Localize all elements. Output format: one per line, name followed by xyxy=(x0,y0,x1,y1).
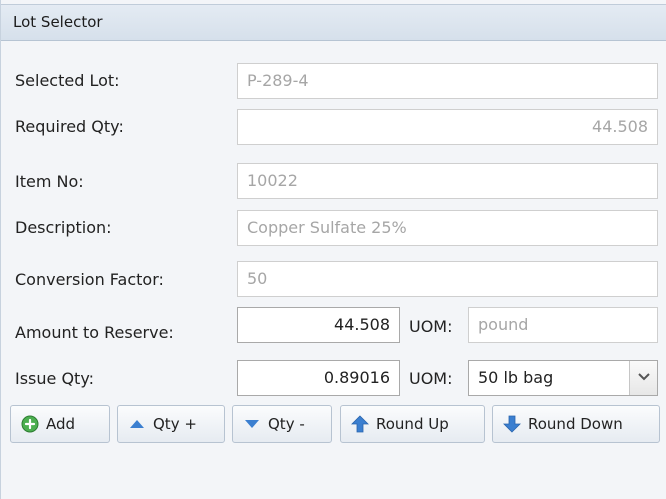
amount-to-reserve-input[interactable]: 44.508 xyxy=(237,307,400,343)
triangle-down-icon xyxy=(245,420,259,428)
lot-selector-panel: Lot Selector Selected Lot: P-289-4 Requi… xyxy=(0,0,666,499)
add-button[interactable]: Add xyxy=(10,405,110,443)
selected-lot-label: Selected Lot: xyxy=(15,71,120,90)
add-button-label: Add xyxy=(46,415,76,433)
uom-dropdown-trigger[interactable] xyxy=(629,361,657,395)
description-label: Description: xyxy=(15,218,112,237)
round-up-button-label: Round Up xyxy=(376,415,449,433)
issue-qty-label: Issue Qty: xyxy=(15,369,95,388)
conversion-factor-label: Conversion Factor: xyxy=(15,270,164,289)
issue-uom-label: UOM: xyxy=(409,369,453,388)
round-down-button[interactable]: Round Down xyxy=(492,405,660,443)
arrow-down-icon xyxy=(503,415,521,433)
qty-plus-button-label: Qty + xyxy=(153,415,197,433)
chevron-down-icon xyxy=(638,373,650,381)
panel-header: Lot Selector xyxy=(1,4,666,41)
description-field: Copper Sulfate 25% xyxy=(237,210,658,246)
required-qty-label: Required Qty: xyxy=(15,117,124,136)
panel-title: Lot Selector xyxy=(13,13,103,31)
item-no-label: Item No: xyxy=(15,172,84,191)
amount-to-reserve-label: Amount to Reserve: xyxy=(15,323,174,342)
item-no-field: 10022 xyxy=(237,163,658,199)
triangle-up-icon xyxy=(130,420,144,428)
amount-uom-field: pound xyxy=(468,307,658,343)
qty-plus-button[interactable]: Qty + xyxy=(117,405,225,443)
add-circle-icon xyxy=(21,415,39,433)
amount-uom-label: UOM: xyxy=(409,317,453,336)
required-qty-field: 44.508 xyxy=(237,109,658,145)
selected-lot-field: P-289-4 xyxy=(237,63,658,99)
issue-qty-input[interactable]: 0.89016 xyxy=(237,360,400,396)
issue-uom-select[interactable]: 50 lb bag xyxy=(468,360,658,396)
arrow-up-icon xyxy=(351,415,369,433)
round-up-button[interactable]: Round Up xyxy=(340,405,485,443)
round-down-button-label: Round Down xyxy=(528,415,623,433)
issue-uom-selected-value: 50 lb bag xyxy=(478,368,554,387)
qty-minus-button-label: Qty - xyxy=(268,415,305,433)
conversion-factor-field: 50 xyxy=(237,261,658,297)
qty-minus-button[interactable]: Qty - xyxy=(232,405,332,443)
